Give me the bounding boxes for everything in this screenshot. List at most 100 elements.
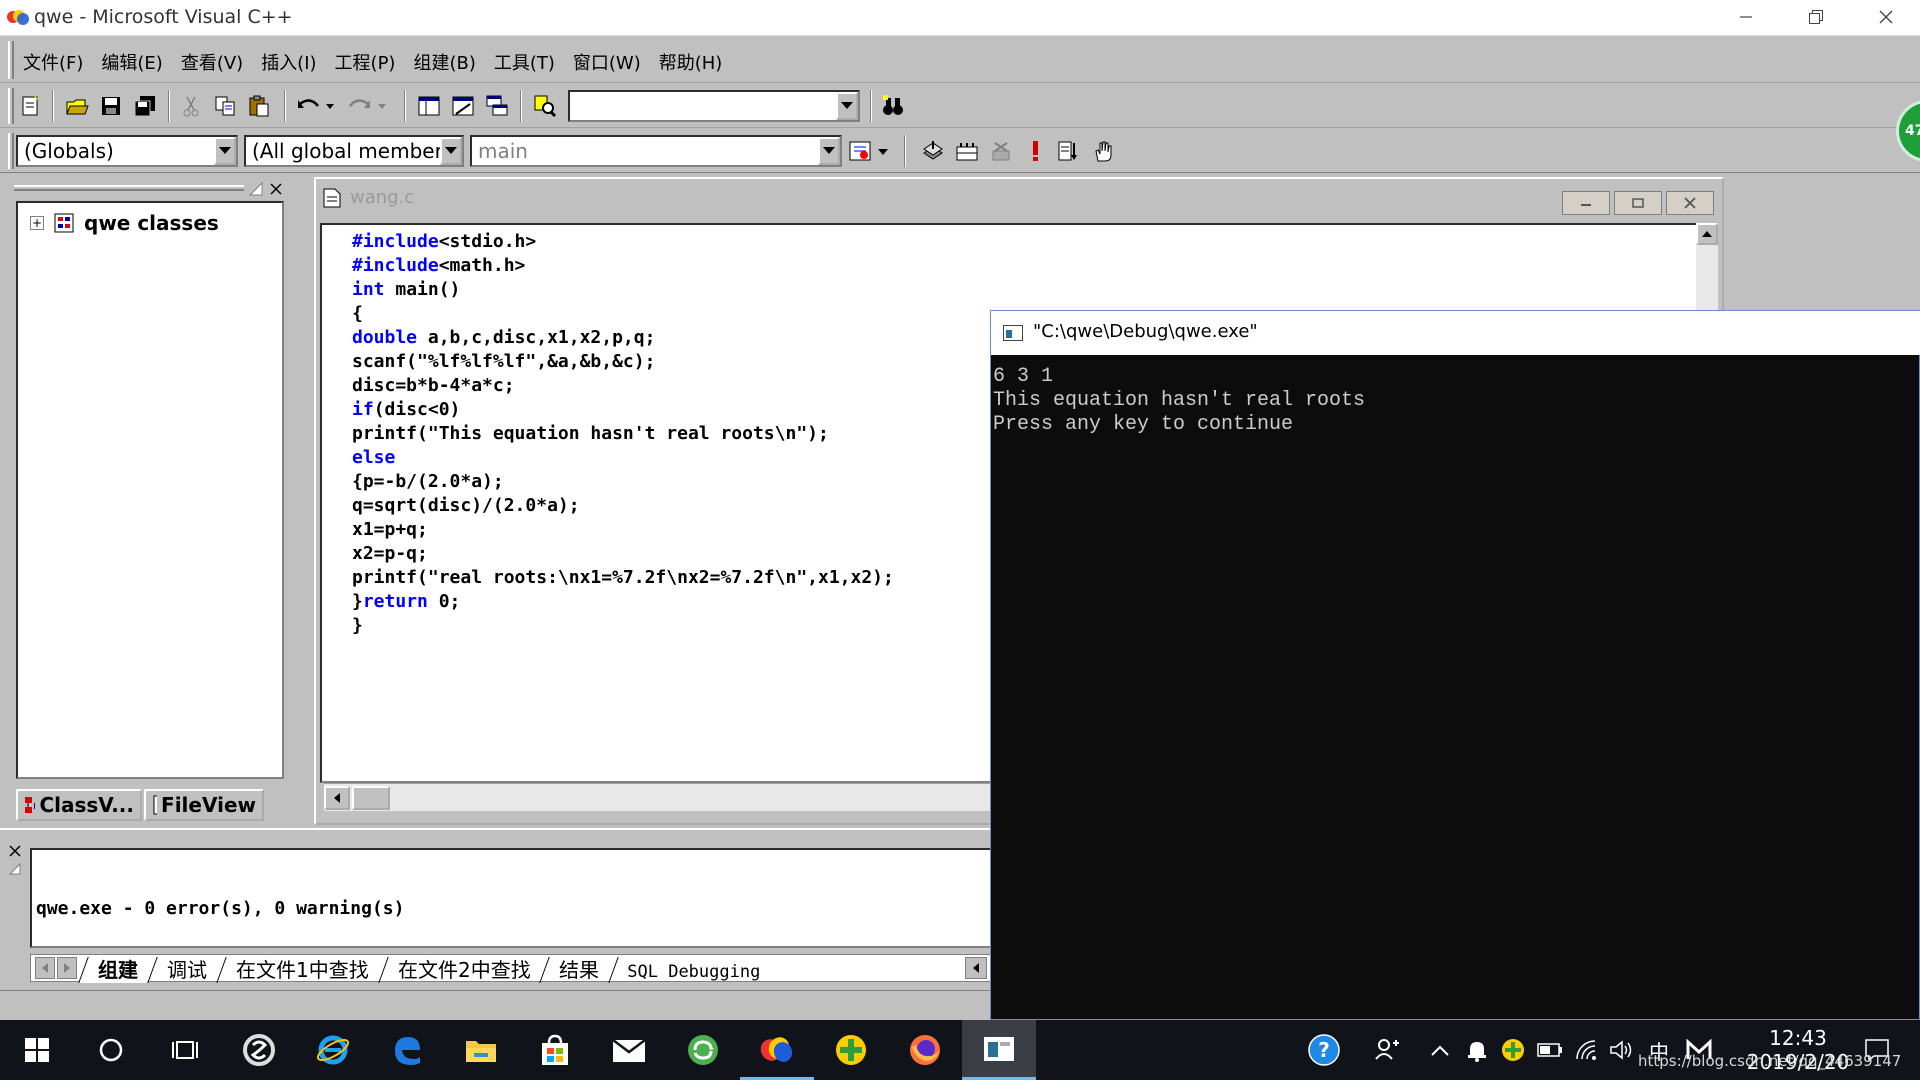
close-button[interactable] [1852,0,1920,34]
console-output[interactable]: 6 3 1 This equation hasn't real roots Pr… [991,355,1920,1021]
menu-tools[interactable]: 工具(T) [493,49,556,75]
help-tray-button[interactable]: ? [1306,1034,1342,1066]
output-tab[interactable]: 组建 [78,957,157,983]
globals-combo-dropdown[interactable] [214,137,236,165]
editor-close-button[interactable] [1666,191,1714,215]
wifi-tray-icon[interactable] [1574,1036,1602,1064]
tree-item-label: qwe classes [84,211,219,235]
open-button[interactable] [62,92,92,120]
search-button[interactable] [74,1020,148,1080]
workspace-dock-icon[interactable] [248,181,264,197]
menu-edit[interactable]: 编辑(E) [100,49,163,75]
volume-tray-icon[interactable] [1608,1036,1636,1064]
battery-tray-icon[interactable] [1536,1036,1564,1064]
workspace-toggle-button[interactable] [414,92,444,120]
taskbar-app-ie[interactable] [296,1020,370,1080]
copy-button[interactable] [210,92,240,120]
find-button[interactable] [878,92,908,120]
tabs-scroll-right[interactable] [57,957,77,979]
find-in-files-button[interactable] [530,92,560,120]
toolbar-grip[interactable] [8,88,14,124]
wizard-actions-button[interactable] [846,137,894,165]
tabs-scroll-left[interactable] [35,957,55,979]
taskbar-app-console[interactable] [962,1020,1036,1080]
expand-icon[interactable]: + [30,216,44,230]
taskbar-app-mail[interactable] [592,1020,666,1080]
workspace-close-icon[interactable] [268,181,284,197]
taskbar-app-edge[interactable] [370,1020,444,1080]
taskbar-app-360[interactable] [814,1020,888,1080]
menu-help[interactable]: 帮助(H) [658,49,724,75]
output-text-area[interactable]: qwe.exe - 0 error(s), 0 warning(s) [30,848,992,948]
globals-combo[interactable]: (Globals) [16,135,238,167]
editor-minimize-button[interactable] [1562,191,1610,215]
class-tree[interactable]: + qwe classes [16,201,284,779]
menu-grip[interactable] [8,41,14,79]
undo-button[interactable] [294,92,338,120]
scroll-thumb[interactable] [352,786,390,810]
task-view-button[interactable] [148,1020,222,1080]
menu-window[interactable]: 窗口(W) [572,49,642,75]
security-tray-icon[interactable] [1500,1036,1526,1064]
function-combo-dropdown[interactable] [818,137,840,165]
console-line: This equation hasn't real roots [993,389,1366,412]
taskbar-app-sync[interactable] [666,1020,740,1080]
menu-view[interactable]: 查看(V) [180,49,244,75]
find-combo[interactable] [568,90,860,122]
taskbar-app-explorer[interactable] [444,1020,518,1080]
taskbar-app-s[interactable] [222,1020,296,1080]
code-text: q=sqrt(disc)/(2.0*a); [352,495,580,516]
start-button[interactable] [0,1020,74,1080]
restore-button[interactable] [1782,0,1850,34]
editor-restore-button[interactable] [1614,191,1662,215]
output-tab[interactable]: 调试 [147,957,226,983]
function-combo[interactable]: main [470,135,842,167]
output-tab[interactable]: 在文件2中查找 [378,957,550,983]
output-close-icon[interactable] [8,844,22,858]
tab-fileview[interactable]: FileView [144,789,264,821]
go-button[interactable] [1054,137,1084,165]
output-dock-icon[interactable] [8,862,22,876]
redo-button[interactable] [346,92,390,120]
toolbar-grip[interactable] [8,133,14,169]
menu-project[interactable]: 工程(P) [334,49,397,75]
minimize-button[interactable] [1712,0,1780,34]
compile-button[interactable] [918,137,948,165]
scroll-up-button[interactable] [1696,223,1718,245]
window-list-button[interactable] [482,92,512,120]
tab-classview[interactable]: ClassV... [16,789,142,821]
standard-toolbar [0,84,1920,128]
show-hidden-icons-button[interactable] [1428,1036,1452,1064]
taskbar-app-firefox[interactable] [888,1020,962,1080]
output-tab[interactable]: 结果 [539,957,619,983]
save-button[interactable] [96,92,126,120]
notification-bell-tray[interactable] [1464,1036,1490,1064]
execute-button[interactable] [1020,137,1050,165]
members-combo[interactable]: (All global members [244,135,464,167]
new-file-button[interactable] [16,92,46,120]
code-text: x1=p+q; [352,519,428,540]
menu-file[interactable]: 文件(F) [22,49,84,75]
find-combo-dropdown[interactable] [836,92,858,120]
menu-build[interactable]: 组建(B) [412,49,476,75]
output-tab[interactable]: SQL Debugging [608,957,781,983]
members-combo-dropdown[interactable] [440,137,462,165]
tabs-right-scroll[interactable] [965,957,987,979]
taskbar-app-vcpp[interactable] [740,1020,814,1080]
build-button[interactable] [952,137,982,165]
code-line: {p=-b/(2.0*a); [352,471,504,495]
output-toggle-button[interactable] [448,92,478,120]
paste-button[interactable] [244,92,274,120]
save-all-button[interactable] [130,92,160,120]
internet-explorer-icon [316,1035,350,1065]
taskbar-app-store[interactable] [518,1020,592,1080]
breakpoint-button[interactable] [1088,137,1118,165]
workspace-grip[interactable] [14,185,244,191]
tree-item-qwe-classes[interactable]: + qwe classes [30,211,219,235]
stop-build-button[interactable] [986,137,1016,165]
cut-button[interactable] [176,92,206,120]
scroll-left-button[interactable] [324,786,350,810]
output-tab[interactable]: 在文件1中查找 [216,957,388,983]
people-tray-button[interactable] [1372,1036,1402,1064]
menu-insert[interactable]: 插入(I) [260,49,317,75]
